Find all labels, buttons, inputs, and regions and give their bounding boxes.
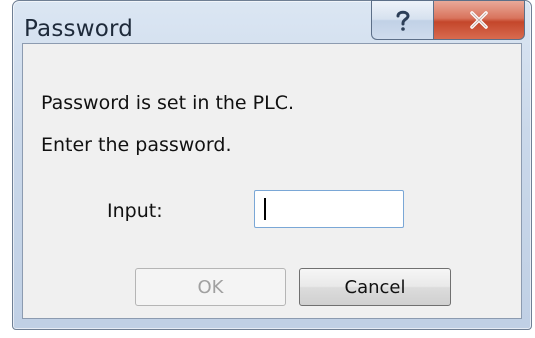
dialog-title: Password bbox=[24, 16, 134, 42]
cancel-button[interactable]: Cancel bbox=[299, 268, 451, 306]
message-line-1: Password is set in the PLC. bbox=[41, 92, 295, 114]
dialog-body: Password is set in the PLC. Enter the pa… bbox=[22, 43, 522, 319]
help-button[interactable] bbox=[371, 0, 433, 40]
close-x-icon bbox=[470, 11, 488, 29]
password-input[interactable] bbox=[254, 190, 404, 228]
password-dialog: Password Password is set in the PLC. Ent… bbox=[12, 0, 532, 330]
question-mark-icon bbox=[396, 10, 410, 31]
text-caret bbox=[264, 198, 266, 220]
input-label: Input: bbox=[107, 200, 163, 222]
message-line-2: Enter the password. bbox=[41, 134, 232, 156]
caption-buttons bbox=[371, 0, 525, 41]
ok-button[interactable]: OK bbox=[135, 268, 286, 306]
close-button[interactable] bbox=[433, 0, 525, 40]
